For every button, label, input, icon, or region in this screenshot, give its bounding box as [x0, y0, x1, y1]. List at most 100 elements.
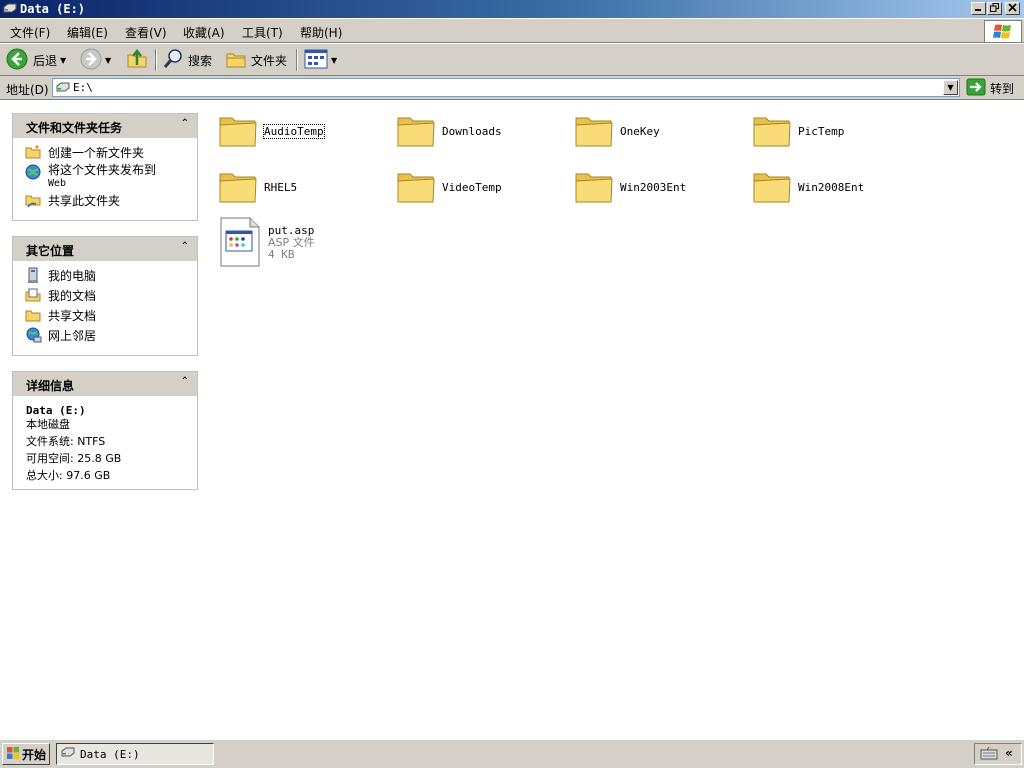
network-places-label: 网上邻居 [48, 329, 97, 343]
tasks-panel-header[interactable]: 文件和文件夹任务 ⌃ [13, 114, 197, 138]
folder-name: OneKey [620, 125, 660, 138]
asp-file-icon [220, 217, 260, 270]
back-dropdown-icon[interactable]: ▼ [60, 56, 66, 65]
details-free-space: 可用空间: 25.8 GB [26, 452, 122, 465]
menu-edit[interactable]: 编辑(E) [67, 24, 108, 41]
forward-button[interactable]: ▼ [80, 48, 111, 72]
folder-item[interactable]: Downloads [396, 111, 502, 152]
back-button[interactable]: 后退 ▼ [6, 48, 66, 72]
network-places-icon [25, 327, 42, 343]
folder-item[interactable]: AudioTemp [218, 111, 325, 152]
folders-label: 文件夹 [251, 53, 288, 68]
views-dropdown-icon[interactable]: ▼ [331, 56, 337, 65]
folder-icon [218, 111, 258, 152]
my-computer-label: 我的电脑 [48, 269, 97, 283]
start-button[interactable]: 开始 [2, 743, 50, 765]
folder-item[interactable]: PicTemp [752, 111, 844, 152]
window-title: Data (E:) [20, 2, 86, 16]
collapse-chevron-icon[interactable]: ⌃ [181, 376, 189, 387]
details-panel-title: 详细信息 [26, 379, 75, 393]
folder-item[interactable]: RHEL5 [218, 167, 297, 208]
minimize-button[interactable] [971, 2, 986, 15]
folder-item[interactable]: Win2003Ent [574, 167, 686, 208]
views-icon [304, 48, 328, 73]
details-filesystem: 文件系统: NTFS [26, 435, 106, 448]
windows-flag-icon [6, 746, 20, 763]
close-button[interactable] [1005, 2, 1020, 15]
go-label: 转到 [990, 81, 1015, 96]
shared-documents-icon [25, 307, 42, 323]
menu-view[interactable]: 查看(V) [125, 24, 167, 41]
folder-item[interactable]: OneKey [574, 111, 660, 152]
folder-icon [752, 167, 792, 208]
my-documents-link[interactable]: 我的文档 [25, 287, 96, 304]
taskbar-window-label: Data (E:) [80, 747, 140, 761]
menu-favorites[interactable]: 收藏(A) [183, 24, 225, 41]
file-item[interactable]: put.asp ASP 文件 4 KB [220, 217, 370, 270]
address-dropdown-button[interactable]: ▼ [943, 80, 958, 95]
go-arrow-icon [966, 78, 986, 99]
title-bar: Data (E:) [0, 0, 1024, 18]
folder-item[interactable]: Win2008Ent [752, 167, 864, 208]
places-panel-header[interactable]: 其它位置 ⌃ [13, 237, 197, 261]
back-label: 后退 [33, 53, 58, 68]
menu-help[interactable]: 帮助(H) [300, 24, 342, 41]
toolbar-separator [296, 49, 298, 71]
tasks-panel: 文件和文件夹任务 ⌃ 创建一个新文件夹 将这个文件夹发布到 Web 共享此文件夹 [12, 113, 198, 221]
places-panel: 其它位置 ⌃ 我的电脑 我的文档 共享文档 网上邻居 [12, 236, 198, 356]
show-hidden-icons-button[interactable]: « [1005, 746, 1013, 760]
folder-icon [574, 111, 614, 152]
share-folder-label: 共享此文件夹 [48, 194, 121, 208]
folder-name: Downloads [442, 125, 502, 138]
search-icon [162, 48, 184, 73]
folder-name: VideoTemp [442, 181, 502, 194]
my-documents-label: 我的文档 [48, 289, 97, 303]
keyboard-icon[interactable] [980, 746, 998, 764]
drive-icon [56, 82, 70, 96]
collapse-chevron-icon[interactable]: ⌃ [181, 118, 189, 129]
tasks-panel-title: 文件和文件夹任务 [26, 121, 123, 135]
address-value: E:\ [73, 81, 93, 94]
folder-name: RHEL5 [264, 181, 298, 194]
up-folder-icon [126, 48, 148, 73]
toolbar-separator [155, 49, 157, 71]
folder-icon [396, 111, 436, 152]
collapse-chevron-icon[interactable]: ⌃ [181, 241, 189, 252]
publish-web-label: 将这个文件夹发布到 [48, 163, 157, 177]
taskbar: 开始 Data (E:) « [0, 739, 1024, 768]
network-places-link[interactable]: 网上邻居 [25, 327, 96, 344]
start-label: 开始 [22, 747, 47, 762]
menu-file[interactable]: 文件(F) [10, 24, 50, 41]
details-panel: 详细信息 ⌃ Data (E:) 本地磁盘 文件系统: NTFS 可用空间: 2… [12, 371, 198, 490]
windows-logo-icon [984, 20, 1022, 43]
publish-web-link[interactable]: 将这个文件夹发布到 Web [25, 164, 156, 190]
details-panel-header[interactable]: 详细信息 ⌃ [13, 372, 197, 396]
go-button[interactable]: 转到 [966, 78, 1014, 98]
menu-tools[interactable]: 工具(T) [242, 24, 283, 41]
my-computer-link[interactable]: 我的电脑 [25, 267, 96, 284]
folder-name: Win2003Ent [620, 181, 687, 194]
share-folder-link[interactable]: 共享此文件夹 [25, 192, 120, 209]
folders-icon [225, 48, 247, 73]
forward-dropdown-icon[interactable]: ▼ [105, 56, 111, 65]
publish-web-icon [25, 164, 42, 180]
search-button[interactable]: 搜索 [162, 48, 212, 72]
views-button[interactable]: ▼ [304, 48, 337, 72]
shared-documents-link[interactable]: 共享文档 [25, 307, 96, 324]
address-label: 地址(D) [6, 83, 49, 97]
folder-item[interactable]: VideoTemp [396, 167, 502, 208]
folders-button[interactable]: 文件夹 [225, 48, 287, 72]
folder-icon [574, 167, 614, 208]
address-bar: 地址(D) E:\ ▼ 转到 [0, 76, 1024, 100]
drive-icon [3, 3, 17, 17]
my-documents-icon [25, 287, 42, 303]
address-input[interactable]: E:\ ▼ [52, 78, 960, 97]
details-type: 本地磁盘 [26, 418, 70, 431]
restore-button[interactable] [987, 2, 1002, 15]
new-folder-link[interactable]: 创建一个新文件夹 [25, 144, 144, 161]
taskbar-window-button[interactable]: Data (E:) [56, 743, 214, 765]
details-total-size: 总大小: 97.6 GB [26, 469, 111, 482]
search-label: 搜索 [188, 53, 213, 68]
up-folder-button[interactable] [126, 48, 148, 72]
folder-icon [396, 167, 436, 208]
